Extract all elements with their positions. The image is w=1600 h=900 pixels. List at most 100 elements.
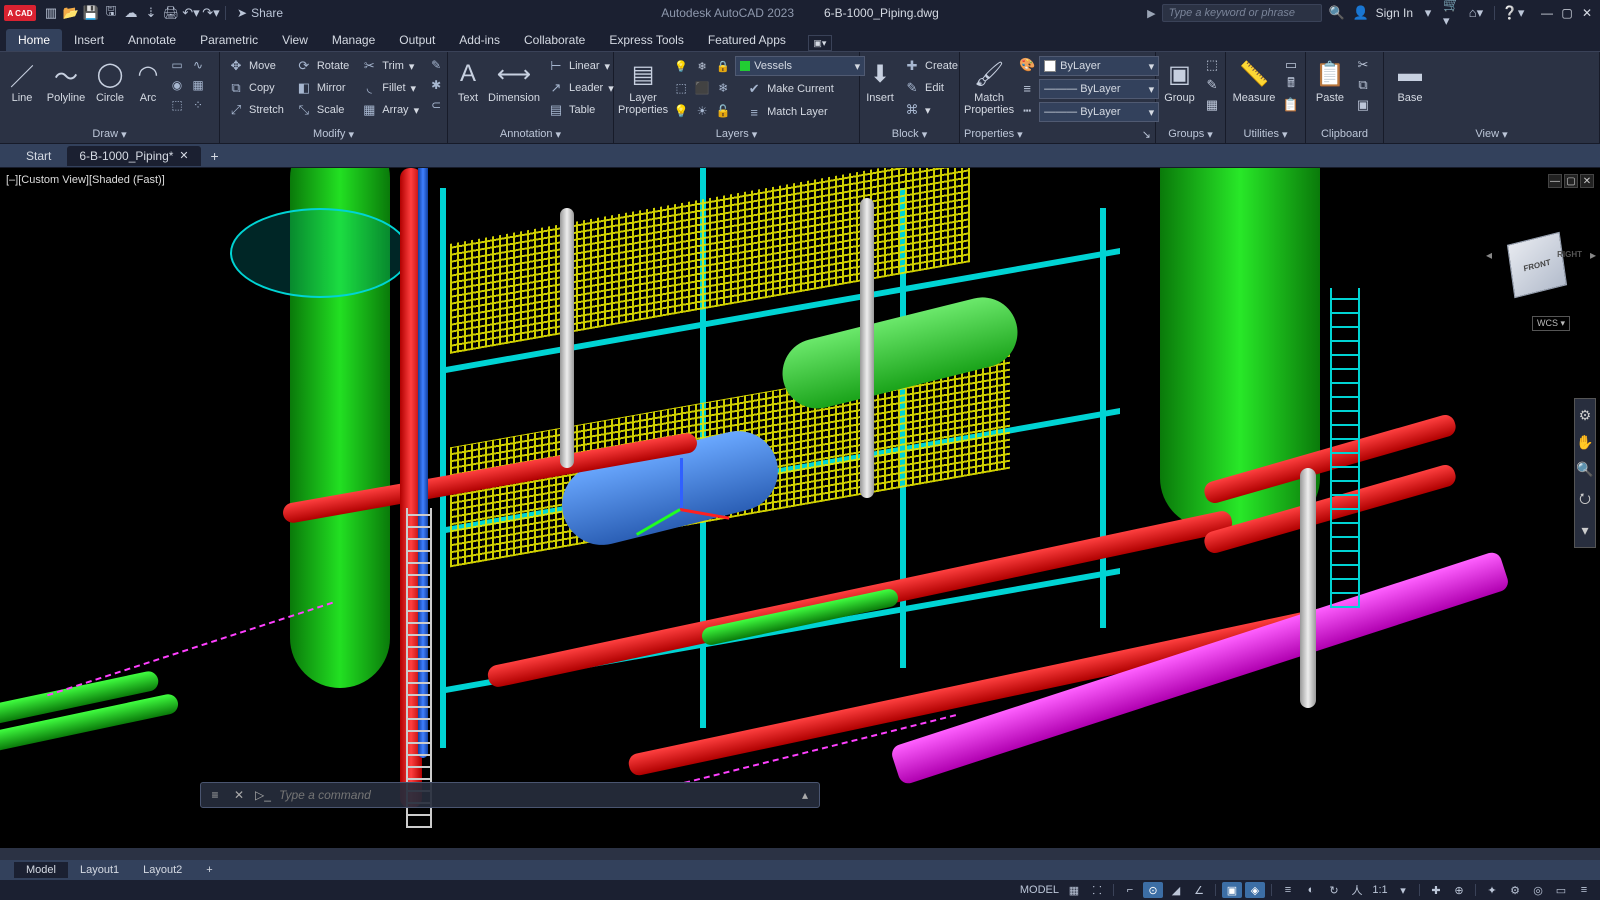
share-button[interactable]: ➤Share — [237, 6, 283, 20]
spline-icon[interactable]: ∿ — [189, 56, 207, 74]
minimize-icon[interactable]: — — [1538, 6, 1556, 20]
quickcalc-icon[interactable]: 📋 — [1282, 96, 1300, 114]
signin-button[interactable]: Sign In — [1376, 6, 1413, 20]
tab-layout2[interactable]: Layout2 — [131, 862, 194, 878]
offset-icon[interactable]: ⊂ — [427, 96, 445, 114]
copyclip-icon[interactable]: ⧉ — [1354, 76, 1372, 94]
maximize-icon[interactable]: ▢ — [1558, 6, 1576, 20]
isolate-icon[interactable]: ◎ — [1528, 882, 1548, 898]
app-logo-icon[interactable]: A CAD — [4, 5, 36, 21]
panel-title-modify[interactable]: Modify — [313, 128, 345, 140]
pan-icon[interactable]: ✋ — [1576, 434, 1593, 451]
tab-insert[interactable]: Insert — [62, 29, 116, 51]
tab-manage[interactable]: Manage — [320, 29, 387, 51]
polar-icon[interactable]: ⊙ — [1143, 882, 1163, 898]
open-icon[interactable]: 📂 — [62, 4, 80, 22]
app-switch-icon[interactable]: ⌂▾ — [1467, 4, 1485, 22]
trim-button[interactable]: ✂Trim ▾ — [357, 56, 423, 76]
groupbbox-icon[interactable]: ▦ — [1203, 96, 1221, 114]
transparency-icon[interactable]: ◐ — [1301, 882, 1321, 898]
workspace-icon[interactable]: ✚ — [1426, 882, 1446, 898]
cmd-history-icon[interactable]: ≡ — [207, 788, 223, 802]
tab-model[interactable]: Model — [14, 862, 68, 878]
new-icon[interactable]: ▥ — [42, 4, 60, 22]
search-icon[interactable]: 🔍 — [1328, 4, 1346, 22]
search-input[interactable]: Type a keyword or phrase — [1162, 4, 1322, 22]
stretch-button[interactable]: ⤢Stretch — [224, 100, 288, 120]
mirror-button[interactable]: ◧Mirror — [292, 78, 353, 98]
viewport-label[interactable]: [–][Custom View][Shaded (Fast)] — [6, 174, 165, 186]
tab-view[interactable]: View — [270, 29, 320, 51]
add-layout-icon[interactable]: + — [194, 862, 224, 878]
panel-title-properties[interactable]: Properties — [964, 128, 1014, 140]
rotate-button[interactable]: ⟳Rotate — [292, 56, 353, 76]
osnap-icon[interactable]: ▣ — [1222, 882, 1242, 898]
web-open-icon[interactable]: ☁ — [122, 4, 140, 22]
linetype-dropdown[interactable]: ——— ByLayer▾ — [1039, 102, 1159, 122]
explode-icon[interactable]: ✱ — [427, 76, 445, 94]
panel-title-annotation[interactable]: Annotation — [500, 128, 553, 140]
point-icon[interactable]: ⁘ — [189, 96, 207, 114]
lineweight-icon[interactable]: ≡ — [1018, 79, 1036, 97]
calc-icon[interactable]: 🖩 — [1282, 76, 1300, 94]
vp-min-icon[interactable]: — — [1548, 174, 1562, 188]
layer-off-icon[interactable]: 💡 — [672, 57, 690, 75]
vp-max-icon[interactable]: ▢ — [1564, 174, 1578, 188]
panel-title-block[interactable]: Block — [892, 128, 919, 140]
matchprops-button[interactable]: 🖌Match Properties — [964, 56, 1014, 116]
iso-icon[interactable]: ⬚ — [672, 79, 690, 97]
copy-button[interactable]: ⧉Copy — [224, 78, 288, 98]
redo-icon[interactable]: ↷▾ — [202, 4, 220, 22]
tab-collaborate[interactable]: Collaborate — [512, 29, 597, 51]
web-save-icon[interactable]: ⇣ — [142, 4, 160, 22]
fullnav-icon[interactable]: ⚙ — [1579, 407, 1592, 424]
insert-button[interactable]: ⬇Insert — [864, 56, 896, 104]
hardware-icon[interactable]: ⚙ — [1505, 882, 1525, 898]
edit-button[interactable]: ✎Edit — [900, 78, 962, 98]
undo-icon[interactable]: ↶▾ — [182, 4, 200, 22]
otrack-icon[interactable]: ∠ — [1189, 882, 1209, 898]
cmd-up-icon[interactable]: ▴ — [797, 788, 813, 802]
tab-layout1[interactable]: Layout1 — [68, 862, 131, 878]
colorwheel-icon[interactable]: 🎨 — [1018, 56, 1036, 74]
uniso-icon[interactable]: ⬛ — [693, 79, 711, 97]
circle-button[interactable]: ◯Circle — [92, 56, 128, 104]
model-toggle[interactable]: MODEL — [1018, 882, 1061, 898]
tab-home[interactable]: Home — [6, 29, 62, 51]
wcs-label[interactable]: WCS ▾ — [1532, 316, 1570, 331]
saveas-icon[interactable]: 🖫 — [102, 4, 120, 22]
measure-button[interactable]: 📏Measure — [1230, 56, 1278, 104]
ortho-icon[interactable]: ⌐ — [1120, 882, 1140, 898]
save-icon[interactable]: 💾 — [82, 4, 100, 22]
layer-freeze-icon[interactable]: ❄ — [693, 57, 711, 75]
gizmo-icon[interactable]: ⊕ — [1449, 882, 1469, 898]
view-cube[interactable]: FRONT RIGHT ◂ ▸ — [1500, 228, 1580, 308]
tab-annotate[interactable]: Annotate — [116, 29, 188, 51]
new-tab-icon[interactable]: + — [205, 148, 225, 164]
fillet-button[interactable]: ◟Fillet ▾ — [357, 78, 423, 98]
table-button[interactable]: ▤Table — [544, 100, 618, 120]
vp-close-icon[interactable]: ✕ — [1580, 174, 1594, 188]
cmd-close-icon[interactable]: ✕ — [231, 788, 247, 802]
orbit-icon[interactable]: ⭮ — [1579, 488, 1591, 512]
panel-title-groups[interactable]: Groups — [1168, 128, 1204, 140]
group-button[interactable]: ▣Group — [1160, 56, 1199, 104]
ellipse-icon[interactable]: ◉ — [168, 76, 186, 94]
tab-document[interactable]: 6-B-1000_Piping*✕ — [67, 146, 200, 166]
move-button[interactable]: ✥Move — [224, 56, 288, 76]
filter-icon[interactable]: ✦ — [1482, 882, 1502, 898]
linear-button[interactable]: ⊢Linear ▾ — [544, 56, 618, 76]
plot-icon[interactable]: 🖨 — [162, 4, 180, 22]
scale-button[interactable]: ⤡Scale — [292, 100, 353, 120]
annoscale-label[interactable]: 1:1 — [1370, 882, 1390, 898]
tab-featured[interactable]: Featured Apps — [696, 29, 798, 51]
chevron-down-icon[interactable]: ▾ — [1419, 4, 1437, 22]
base-icon[interactable]: ▣ — [1354, 96, 1372, 114]
attr-button[interactable]: ⌘▾ — [900, 100, 962, 120]
erase-icon[interactable]: ✎ — [427, 56, 445, 74]
help-icon[interactable]: ❔▾ — [1504, 4, 1522, 22]
thaw-icon[interactable]: ☀ — [693, 102, 711, 120]
tab-express[interactable]: Express Tools — [597, 29, 695, 51]
arc-button[interactable]: ◠Arc — [132, 56, 164, 104]
layerprops-button[interactable]: ▤Layer Properties — [618, 56, 668, 116]
